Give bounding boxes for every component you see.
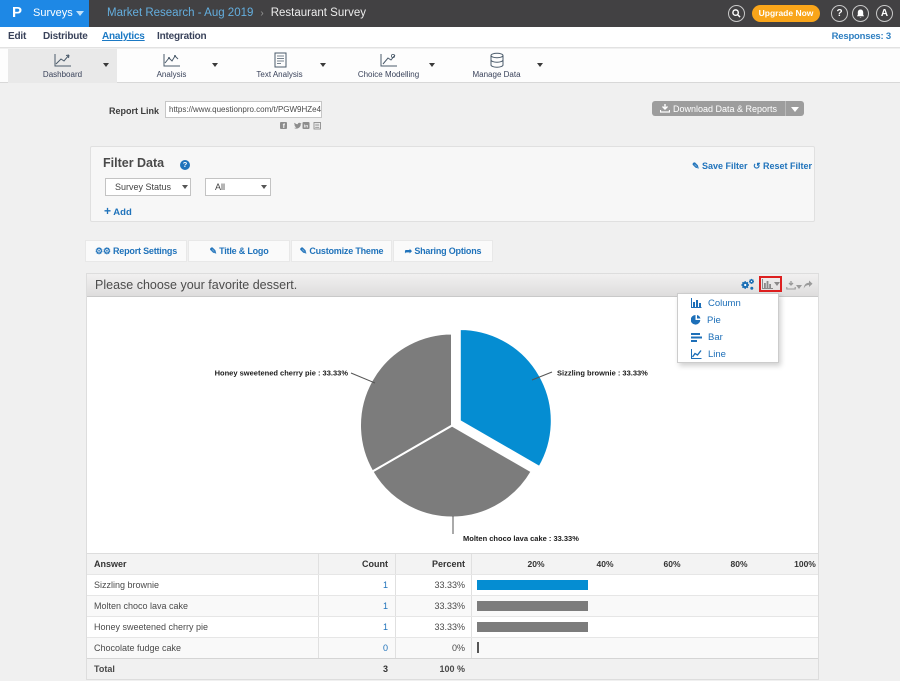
svg-text:Molten choco lava cake : 33.33: Molten choco lava cake : 33.33% xyxy=(463,534,579,543)
svg-text:Honey sweetened cherry pie : 3: Honey sweetened cherry pie : 33.33% xyxy=(215,369,349,378)
svg-text:Sizzling brownie : 33.33%: Sizzling brownie : 33.33% xyxy=(557,369,648,378)
svg-text:in: in xyxy=(304,124,308,129)
